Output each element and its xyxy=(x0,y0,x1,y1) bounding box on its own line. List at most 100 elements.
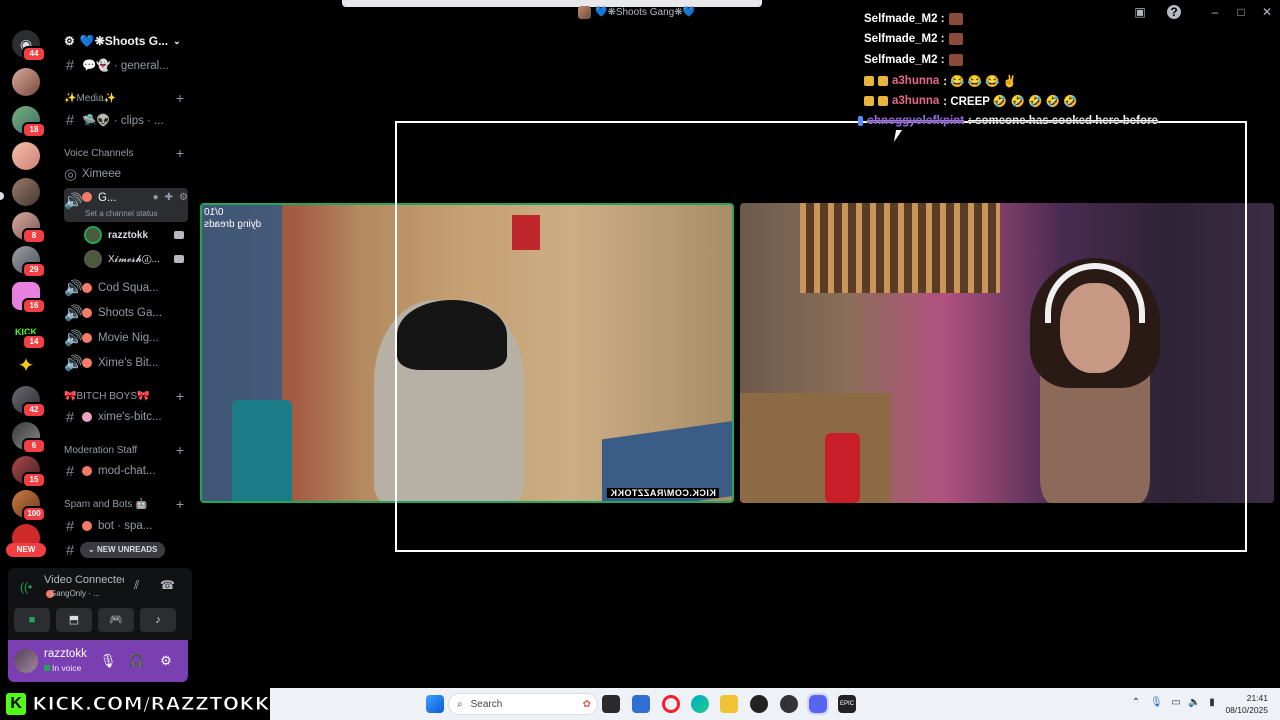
plus-icon[interactable]: + xyxy=(176,442,184,458)
chevron-up-icon[interactable]: ⌃ xyxy=(1130,697,1142,709)
plus-icon[interactable]: + xyxy=(176,90,184,106)
opera-icon[interactable] xyxy=(662,695,680,713)
voice-channel[interactable]: 🔊 Xime's Bit... xyxy=(64,353,188,373)
channel-ximeee[interactable]: ◎ Ximeee xyxy=(64,164,188,184)
store-icon[interactable] xyxy=(632,695,650,713)
crown-icon xyxy=(878,76,888,86)
channel-label: Movie Nig... xyxy=(98,332,159,344)
badge: 44 xyxy=(22,46,46,62)
avatar[interactable] xyxy=(14,649,38,673)
inbox-icon[interactable]: ▣ xyxy=(1133,5,1147,19)
help-icon[interactable]: ? xyxy=(1167,5,1181,19)
server-icon[interactable]: 29 xyxy=(12,246,46,278)
noise-suppression-icon[interactable]: ⫽ xyxy=(134,578,139,593)
voice-status-subtitle[interactable]: GangOnly · ... xyxy=(50,589,100,598)
server-icon[interactable] xyxy=(12,178,40,206)
server-icon[interactable]: 42 xyxy=(12,386,46,418)
kick-server-icon[interactable]: KICK 14 xyxy=(12,318,46,350)
plus-icon[interactable]: + xyxy=(176,388,184,404)
phone-hangup-icon[interactable]: ☎ xyxy=(160,578,175,592)
badge: 100 xyxy=(22,506,46,522)
windows-start-icon[interactable] xyxy=(426,695,444,713)
category-bitch-boys[interactable]: 🎀BITCH BOYS🎀 + xyxy=(64,388,184,404)
voice-channel[interactable]: 🔊 Movie Nig... xyxy=(64,328,188,348)
chat-text: : CREEP 🤣 🤣 🤣 🤣 🤣 xyxy=(943,96,1078,108)
channel-clips[interactable]: # 🛸👽 · clips · ... xyxy=(64,110,188,130)
title-search-bar[interactable] xyxy=(342,0,762,7)
channel-xime-bitch[interactable]: # xime's-bitc... xyxy=(64,407,188,427)
chat-user: Selfmade_M2 : xyxy=(864,54,945,66)
star-server-icon[interactable]: ✦ xyxy=(12,352,40,380)
soundboard-button[interactable]: ♪ xyxy=(140,608,176,632)
badge-icon xyxy=(858,116,863,126)
channel-general[interactable]: # 💬👻 · general... xyxy=(64,55,188,75)
voice-channel[interactable]: 🔊 Shoots Ga... xyxy=(64,303,188,323)
task-view-icon[interactable] xyxy=(602,695,620,713)
chat-icon[interactable]: ● xyxy=(153,192,159,203)
server-icon[interactable]: 8 xyxy=(12,212,46,244)
video-tile-ximesh[interactable] xyxy=(740,203,1274,503)
chat-message: Selfmade_M2 : xyxy=(864,13,963,25)
signal-icon[interactable]: ((• xyxy=(20,580,32,594)
edge-icon[interactable] xyxy=(691,695,709,713)
gear-icon[interactable]: ⚙ xyxy=(157,652,175,670)
microphone-icon[interactable]: 🎙 xyxy=(99,652,117,670)
speaker-icon: 🔊 xyxy=(64,305,83,322)
gear-icon[interactable]: ⚙ xyxy=(179,192,188,203)
kick-logo-icon: K xyxy=(6,693,27,715)
gear-icon[interactable]: ⚙ xyxy=(64,34,75,48)
microphone-icon[interactable]: 🎙 xyxy=(1150,697,1163,709)
channel-bot[interactable]: # bot · spa... xyxy=(64,516,188,536)
obs-icon[interactable] xyxy=(750,695,768,713)
discord-taskbar-icon[interactable] xyxy=(807,693,829,715)
taskbar-clock[interactable]: 21:41 08/10/2025 xyxy=(1225,692,1268,716)
screen-share-button[interactable]: ⬒ xyxy=(56,608,92,632)
new-unreads-pill[interactable]: ⌄ NEW UNREADS xyxy=(80,542,166,558)
channel-mod-chat[interactable]: # mod-chat... xyxy=(64,461,188,481)
crown-icon xyxy=(878,96,888,106)
server-icon[interactable]: 15 xyxy=(12,456,46,488)
server-icon[interactable]: 100 xyxy=(12,490,46,522)
camera-button[interactable]: ■ xyxy=(14,608,50,632)
avatar xyxy=(84,226,102,244)
epic-games-icon[interactable]: EPIC xyxy=(838,695,856,713)
video-tile-razztokk[interactable] xyxy=(200,203,734,503)
plus-icon[interactable]: + xyxy=(176,496,184,512)
user-name[interactable]: razztokk xyxy=(44,648,87,660)
activity-button[interactable]: 🎮 xyxy=(98,608,134,632)
speaker-icon: 🔊 xyxy=(64,280,83,297)
voice-status-title[interactable]: Video Connected xyxy=(44,574,124,586)
category-media[interactable]: ✨Media✨ + xyxy=(64,90,184,106)
server-header[interactable]: ⚙ 💙❋Shoots G... ⌄ xyxy=(64,32,181,50)
server-icon[interactable]: 18 xyxy=(12,106,46,138)
taskbar-search[interactable]: ⌕ Search ✿ xyxy=(448,693,598,715)
headphones-icon[interactable]: 🎧 xyxy=(128,652,146,670)
channel-label: Shoots Ga... xyxy=(98,307,162,319)
app-icon[interactable] xyxy=(780,695,798,713)
category-voice[interactable]: Voice Channels + xyxy=(64,145,184,161)
file-explorer-icon[interactable] xyxy=(720,695,738,713)
emote-icon xyxy=(948,33,963,45)
voice-channel[interactable]: 🔊 Cod Squa... xyxy=(64,278,188,298)
category-label: Moderation Staff xyxy=(64,444,138,456)
channel-status-hint[interactable]: Set a channel status xyxy=(85,209,158,218)
server-icon[interactable]: 16 xyxy=(12,282,46,314)
add-user-icon[interactable]: ✚ xyxy=(165,192,173,203)
network-icon[interactable]: ▭ xyxy=(1170,697,1182,709)
close-icon[interactable]: ✕ xyxy=(1260,5,1274,19)
battery-icon[interactable]: ▮ xyxy=(1206,697,1218,709)
voice-user[interactable]: razztokk xyxy=(84,224,184,246)
emoji-icon xyxy=(82,412,92,422)
server-icon[interactable] xyxy=(12,142,40,170)
category-moderation[interactable]: Moderation Staff + xyxy=(64,442,184,458)
overlay-line: 0/10 xyxy=(204,207,224,218)
voice-user[interactable]: X𝓲𝓶𝓮𝓼𝓱ⓓ... xyxy=(84,248,184,270)
category-spam[interactable]: Spam and Bots 🤖 + xyxy=(64,496,184,512)
volume-icon[interactable]: 🔈 xyxy=(1188,697,1200,709)
plus-icon[interactable]: + xyxy=(176,145,184,161)
maximize-icon[interactable]: □ xyxy=(1234,5,1248,19)
server-icon[interactable]: 6 xyxy=(12,422,46,454)
minimize-icon[interactable]: – xyxy=(1208,5,1222,19)
server-icon[interactable] xyxy=(12,68,40,96)
discord-icon[interactable]: ◉ 44 xyxy=(12,30,46,62)
